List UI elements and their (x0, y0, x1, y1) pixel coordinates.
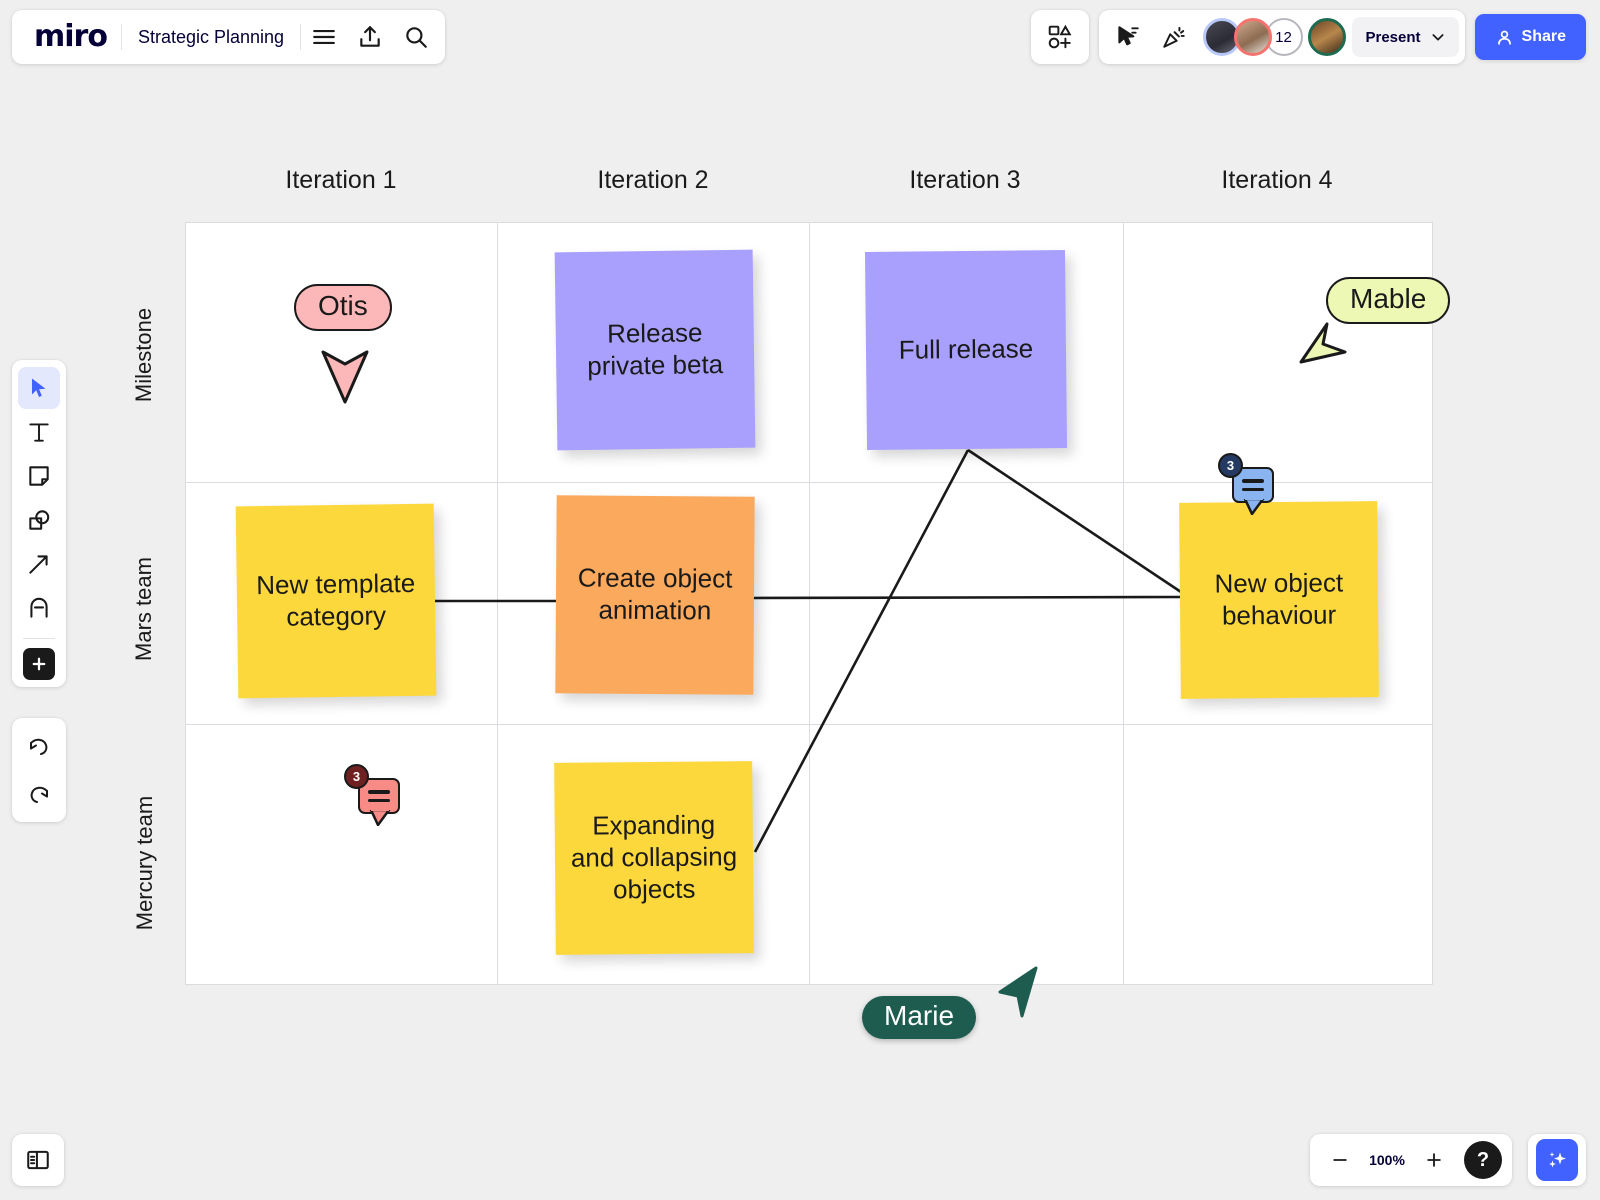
cursor-pointer-icon (321, 350, 369, 404)
sticky-note[interactable]: Full release (864, 249, 1068, 451)
sticky-note-tool[interactable] (18, 455, 60, 497)
top-left-toolbar: miro Strategic Planning (12, 10, 446, 64)
shapes-group (1030, 10, 1089, 64)
avatar-current-user[interactable] (1307, 18, 1346, 56)
cursor-pointer-icon (1299, 322, 1347, 364)
comment-line (1242, 479, 1264, 483)
share-button[interactable]: Share (1474, 14, 1586, 60)
row-label-mercury-team: Mercury team (132, 795, 157, 931)
miro-board-app: Iteration 1 Iteration 2 Iteration 3 Iter… (0, 0, 1600, 1200)
zoom-toolbar: 100% ? (1310, 1134, 1512, 1186)
present-label: Present (1365, 28, 1421, 46)
toolbar-divider (23, 638, 55, 639)
row-label-mars-team: Mars team (131, 557, 156, 661)
cursor-pointer-icon (998, 966, 1038, 1018)
comment-tail-icon (369, 810, 391, 826)
collaborator-cursor-marie: Marie (862, 966, 1038, 1039)
sticky-note[interactable]: New object behaviour (1179, 501, 1379, 699)
sticky-note[interactable]: New template category (235, 503, 437, 699)
hamburger-menu-icon[interactable] (301, 14, 347, 60)
grid-vline-3 (1123, 223, 1124, 984)
ai-toolbar (1528, 1134, 1586, 1186)
zoom-out-button[interactable] (1320, 1140, 1360, 1180)
redo-button[interactable] (18, 773, 60, 815)
upload-icon[interactable] (347, 14, 393, 60)
row-label-milestone: Milestone (131, 307, 156, 403)
comment-line (368, 798, 390, 802)
undo-redo-toolbar (12, 718, 66, 822)
ai-sparkles-button[interactable] (1536, 1139, 1578, 1181)
column-header-iteration-2: Iteration 2 (597, 166, 709, 194)
party-popper-icon[interactable] (1151, 14, 1197, 60)
cursor-name-label: Marie (862, 996, 977, 1039)
cursor-select-icon[interactable] (1105, 14, 1151, 60)
connector-tool[interactable] (18, 543, 60, 585)
board-title[interactable]: Strategic Planning (122, 27, 300, 48)
search-icon[interactable] (393, 14, 439, 60)
shapes-tool[interactable] (18, 499, 60, 541)
pen-tool[interactable] (18, 587, 60, 629)
cursor-name-label: Mable (1326, 277, 1451, 324)
collaborator-cursor-otis: Otis (294, 284, 392, 404)
comment-line (368, 790, 390, 794)
sticky-note[interactable]: Create object animation (555, 495, 755, 695)
person-icon (1495, 28, 1514, 47)
grid-vline-1 (497, 223, 498, 984)
more-apps-tool[interactable] (23, 648, 55, 680)
board-canvas[interactable]: Iteration 1 Iteration 2 Iteration 3 Iter… (0, 0, 1600, 1200)
left-toolbar (12, 360, 66, 687)
shapes-add-icon[interactable] (1037, 14, 1083, 60)
column-header-iteration-3: Iteration 3 (909, 166, 1021, 194)
zoom-in-button[interactable] (1414, 1140, 1454, 1180)
panel-layout-icon[interactable] (12, 1134, 64, 1186)
column-header-iteration-1: Iteration 1 (285, 166, 397, 194)
sticky-note[interactable]: Expanding and collapsing objects (554, 761, 754, 955)
text-tool[interactable] (18, 411, 60, 453)
avatar[interactable] (1233, 18, 1272, 56)
sparkles-icon (1549, 1152, 1566, 1168)
comment-count-badge: 3 (1218, 453, 1243, 478)
cursor-name-label: Otis (294, 284, 392, 331)
grid-hline-2 (186, 724, 1432, 725)
collaborator-avatars[interactable]: 12 (1197, 18, 1352, 56)
collaborator-cursor-mable: Mable (1299, 277, 1451, 364)
comment-line (1242, 487, 1264, 491)
help-button[interactable]: ? (1464, 1141, 1502, 1179)
undo-button[interactable] (18, 725, 60, 767)
present-button[interactable]: Present (1351, 17, 1459, 57)
share-label: Share (1521, 28, 1566, 45)
select-tool[interactable] (18, 367, 60, 409)
chevron-down-icon[interactable] (1421, 29, 1455, 45)
comment-tail-icon (1243, 499, 1265, 515)
miro-logo[interactable]: miro (18, 22, 121, 52)
column-header-iteration-4: Iteration 4 (1221, 166, 1333, 194)
comment-count-badge: 3 (344, 764, 369, 789)
collaboration-group: 12 Present (1098, 10, 1465, 64)
zoom-level-label[interactable]: 100% (1364, 1152, 1410, 1168)
grid-vline-2 (809, 223, 810, 984)
sticky-note[interactable]: Release private beta (554, 249, 756, 451)
top-right-toolbar: 12 Present Share (1030, 10, 1586, 64)
